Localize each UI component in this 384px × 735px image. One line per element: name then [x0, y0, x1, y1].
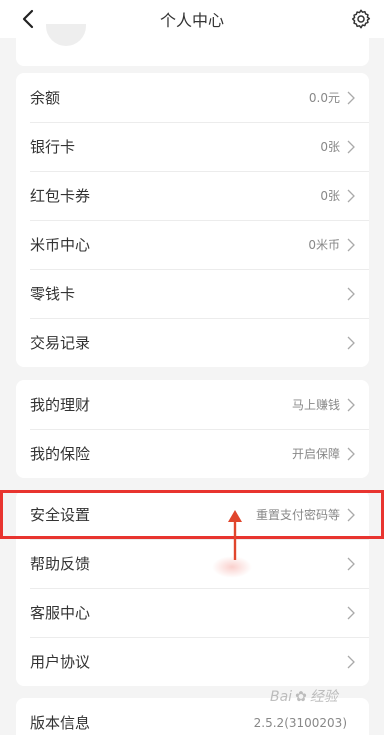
list-item-label: 版本信息: [30, 714, 91, 732]
list-item-value: 重置支付密码等: [255, 508, 340, 522]
list-item-label: 零钱卡: [30, 285, 76, 303]
chevron-right-icon: [347, 140, 355, 153]
list-item-customer-service[interactable]: 客服中心: [16, 588, 369, 637]
list-item-label: 交易记录: [30, 334, 91, 352]
list-item-security-settings[interactable]: 安全设置 重置支付密码等: [16, 490, 369, 539]
list-item-label: 米币中心: [30, 236, 91, 254]
list-item-balance[interactable]: 余额 0.0元: [16, 73, 369, 122]
list-item-label: 红包卡券: [30, 187, 91, 205]
chevron-right-icon: [347, 238, 355, 251]
gear-icon[interactable]: [350, 8, 372, 30]
list-item-mi-coin[interactable]: 米币中心 0米币: [16, 220, 369, 269]
list-item-label: 我的理财: [30, 396, 91, 414]
list-item-label: 余额: [30, 89, 61, 107]
tap-glow: [212, 556, 252, 578]
finance-section: 我的理财 马上赚钱 我的保险 开启保障: [16, 380, 369, 478]
watermark-text-left: Bai: [270, 689, 293, 705]
list-item-label: 用户协议: [30, 653, 91, 671]
list-item-user-agreement[interactable]: 用户协议: [16, 637, 369, 686]
settings-section: 安全设置 重置支付密码等 帮助反馈 客服中心 用户协议: [16, 490, 369, 686]
list-item-coupons[interactable]: 红包卡券 0张: [16, 171, 369, 220]
list-item-value: 马上赚钱: [291, 398, 340, 412]
chevron-right-icon: [347, 287, 355, 300]
chevron-right-icon: [347, 336, 355, 349]
arrow-up-icon: [228, 510, 242, 560]
chevron-right-icon: [347, 606, 355, 619]
chevron-right-icon: [347, 447, 355, 460]
page-title: 个人中心: [159, 11, 224, 30]
list-item-wealth[interactable]: 我的理财 马上赚钱: [16, 380, 369, 429]
watermark-text-right: 经验: [309, 689, 338, 705]
chevron-right-icon: [347, 508, 355, 521]
list-item-value: 0张: [320, 189, 340, 203]
chevron-right-icon: [347, 557, 355, 570]
list-item-transactions[interactable]: 交易记录: [16, 318, 369, 367]
chevron-right-icon: [347, 398, 355, 411]
chevron-right-icon: [347, 91, 355, 104]
profile-card-bottom: [16, 24, 369, 66]
list-item-label: 银行卡: [30, 138, 76, 156]
list-item-change-card[interactable]: 零钱卡: [16, 269, 369, 318]
list-item-label: 安全设置: [30, 506, 91, 524]
list-item-label: 我的保险: [30, 445, 91, 463]
back-chevron-icon[interactable]: [18, 8, 38, 30]
list-item-value: 0米币: [308, 238, 340, 252]
avatar: [46, 24, 86, 46]
chevron-right-icon: [347, 655, 355, 668]
version-value: 2.5.2(3100203): [253, 715, 347, 730]
list-item-label: 帮助反馈: [30, 555, 91, 573]
chevron-right-icon: [347, 189, 355, 202]
watermark: Bai ✿ 经验: [270, 686, 338, 706]
list-item-insurance[interactable]: 我的保险 开启保障: [16, 429, 369, 478]
list-item-label: 客服中心: [30, 604, 91, 622]
list-item-value: 0张: [320, 140, 340, 154]
paw-logo-icon: ✿: [295, 689, 307, 705]
wallet-section: 余额 0.0元 银行卡 0张 红包卡券 0张 米币中心 0米币 零钱卡 交易记录: [16, 73, 369, 367]
list-item-help-feedback[interactable]: 帮助反馈: [16, 539, 369, 588]
list-item-bank-card[interactable]: 银行卡 0张: [16, 122, 369, 171]
list-item-value: 开启保障: [291, 447, 340, 461]
list-item-value: 0.0元: [308, 91, 340, 105]
